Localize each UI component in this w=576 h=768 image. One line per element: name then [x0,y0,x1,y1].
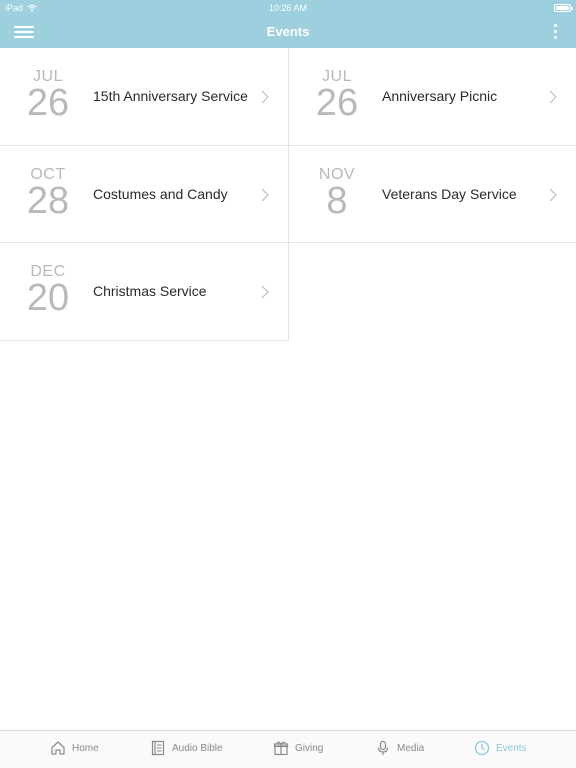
tab-label: Events [496,742,527,754]
app-window: iPad 10:26 AM Events JUL 26 15th Anniver… [0,0,576,768]
chevron-right-icon [261,188,269,201]
event-day: 26 [26,82,70,124]
event-date: JUL 26 [0,68,96,122]
tab-audio-bible[interactable]: Audio Bible [150,740,223,756]
event-card[interactable]: JUL 26 15th Anniversary Service [0,48,289,146]
tab-home[interactable]: Home [50,740,99,756]
tab-label: Giving [295,742,324,754]
microphone-icon [377,740,389,755]
header: iPad 10:26 AM Events [0,0,576,48]
tab-events[interactable]: Events [474,740,527,756]
event-title: Christmas Service [93,283,207,299]
event-date: DEC 20 [0,263,96,317]
status-time: 10:26 AM [268,3,308,13]
event-title: Veterans Day Service [382,185,517,202]
chevron-right-icon [549,188,557,201]
more-icon-dot [553,30,557,33]
event-card[interactable]: DEC 20 Christmas Service [0,243,289,341]
tab-media[interactable]: Media [375,740,424,756]
chevron-right-icon [261,285,269,299]
event-day: 20 [26,277,70,319]
events-grid: JUL 26 15th Anniversary Service JUL 26 A… [0,48,576,341]
event-day: 8 [326,179,348,222]
event-title: Anniversary Picnic [382,88,498,104]
event-date: OCT 28 [0,166,96,220]
event-card[interactable]: NOV 8 Veterans Day Service [289,145,576,243]
event-date: NOV 8 [289,166,385,220]
status-bar: iPad 10:26 AM [0,0,576,16]
tab-giving[interactable]: Giving [273,740,323,756]
chevron-right-icon [549,90,557,104]
event-card[interactable]: JUL 26 Anniversary Picnic [289,48,576,146]
event-day: 28 [26,179,70,222]
tab-label: Audio Bible [172,742,223,754]
page-title: Events [266,24,310,39]
clock-icon [474,740,490,756]
nav-bar: Events [0,16,576,48]
event-date: JUL 26 [289,68,385,122]
more-icon-dot [553,24,557,27]
event-title: 15th Anniversary Service [93,88,248,104]
tab-bar: Home Audio Bible Giving Media Events [0,730,576,768]
more-icon-dot [553,36,557,39]
battery-icon [554,4,573,12]
chevron-right-icon [261,90,269,104]
event-card[interactable]: OCT 28 Costumes and Candy [0,145,289,243]
book-icon [151,740,165,756]
home-icon [51,741,65,755]
event-title: Costumes and Candy [93,185,228,202]
tab-label: Home [72,742,99,754]
event-day: 26 [315,82,359,124]
gift-icon [273,741,289,756]
tab-label: Media [397,742,425,754]
more-options-button[interactable] [552,24,558,42]
